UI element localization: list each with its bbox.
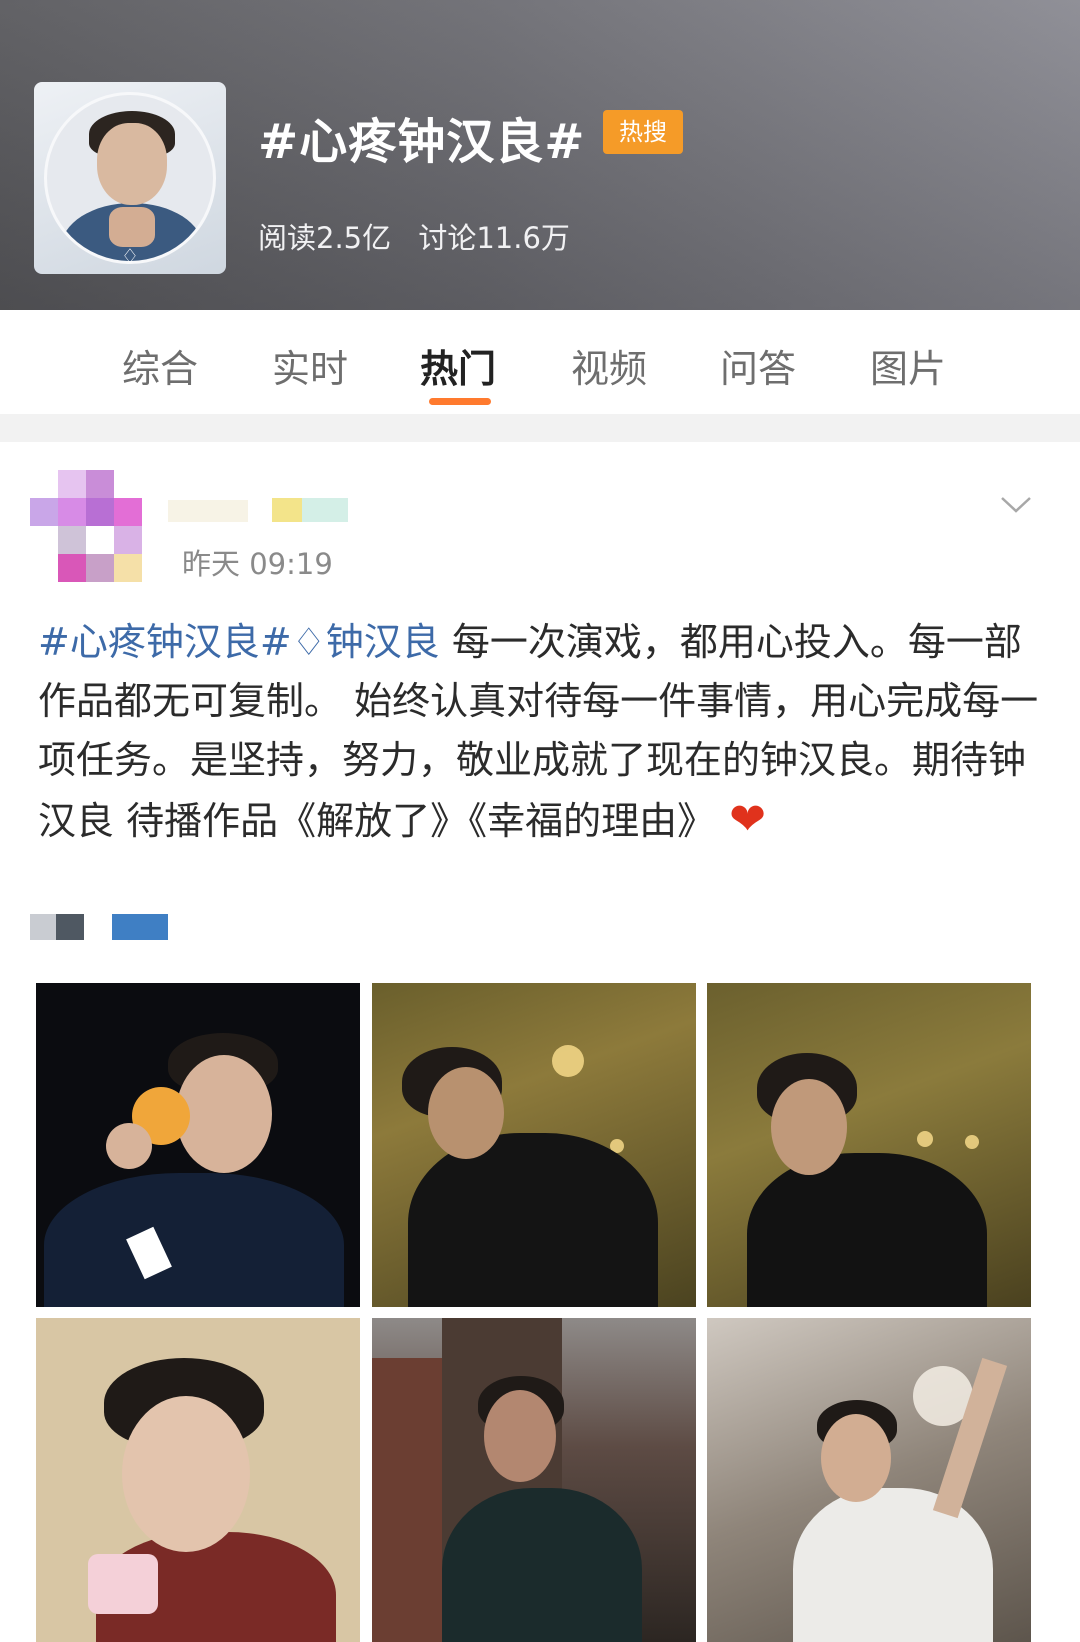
post-author-avatar[interactable]: [30, 470, 142, 582]
tab-qa[interactable]: 问答: [698, 338, 818, 393]
section-divider: [0, 414, 1080, 442]
diamond-icon: ♢: [121, 244, 139, 268]
diamond-icon: ♢: [291, 620, 326, 664]
post-content: #心疼钟汉良#♢钟汉良 每一次演戏，都用心投入。每一部作品都无可复制。 始终认真…: [38, 613, 1043, 851]
tab-comprehensive[interactable]: 综合: [100, 338, 220, 393]
post-timestamp: 昨天 09:19: [182, 547, 333, 581]
mention-link[interactable]: 钟汉良: [326, 620, 440, 664]
heart-icon: ❤: [729, 794, 766, 845]
tab-pictures[interactable]: 图片: [848, 338, 968, 393]
discussion-count: 讨论11.6万: [418, 221, 570, 255]
post-photo[interactable]: [707, 1318, 1031, 1642]
post-author-name[interactable]: [168, 494, 358, 524]
avatar-image: [44, 92, 216, 264]
tab-hot[interactable]: 热门: [398, 338, 518, 393]
tab-video[interactable]: 视频: [549, 338, 669, 393]
post-photo[interactable]: [707, 983, 1031, 1307]
active-tab-indicator: [429, 398, 491, 405]
tab-bar: 综合 实时 热门 视频 问答 图片: [0, 310, 1080, 414]
tab-realtime[interactable]: 实时: [250, 338, 370, 393]
hot-search-badge: 热搜: [603, 110, 683, 154]
post-photo[interactable]: [372, 1318, 696, 1642]
topic-avatar[interactable]: ♢: [34, 82, 226, 274]
topic-hashtag-link[interactable]: #心疼钟汉良#: [38, 620, 292, 664]
post-photo[interactable]: [36, 1318, 360, 1642]
read-count: 阅读2.5亿: [258, 221, 392, 255]
masked-location: [30, 910, 170, 944]
topic-title: #心疼钟汉良#: [258, 114, 586, 170]
post-photo[interactable]: [36, 983, 360, 1307]
post-photo[interactable]: [372, 983, 696, 1307]
chevron-down-icon[interactable]: [1000, 488, 1032, 513]
topic-stats: 阅读2.5亿 讨论11.6万: [258, 215, 588, 257]
